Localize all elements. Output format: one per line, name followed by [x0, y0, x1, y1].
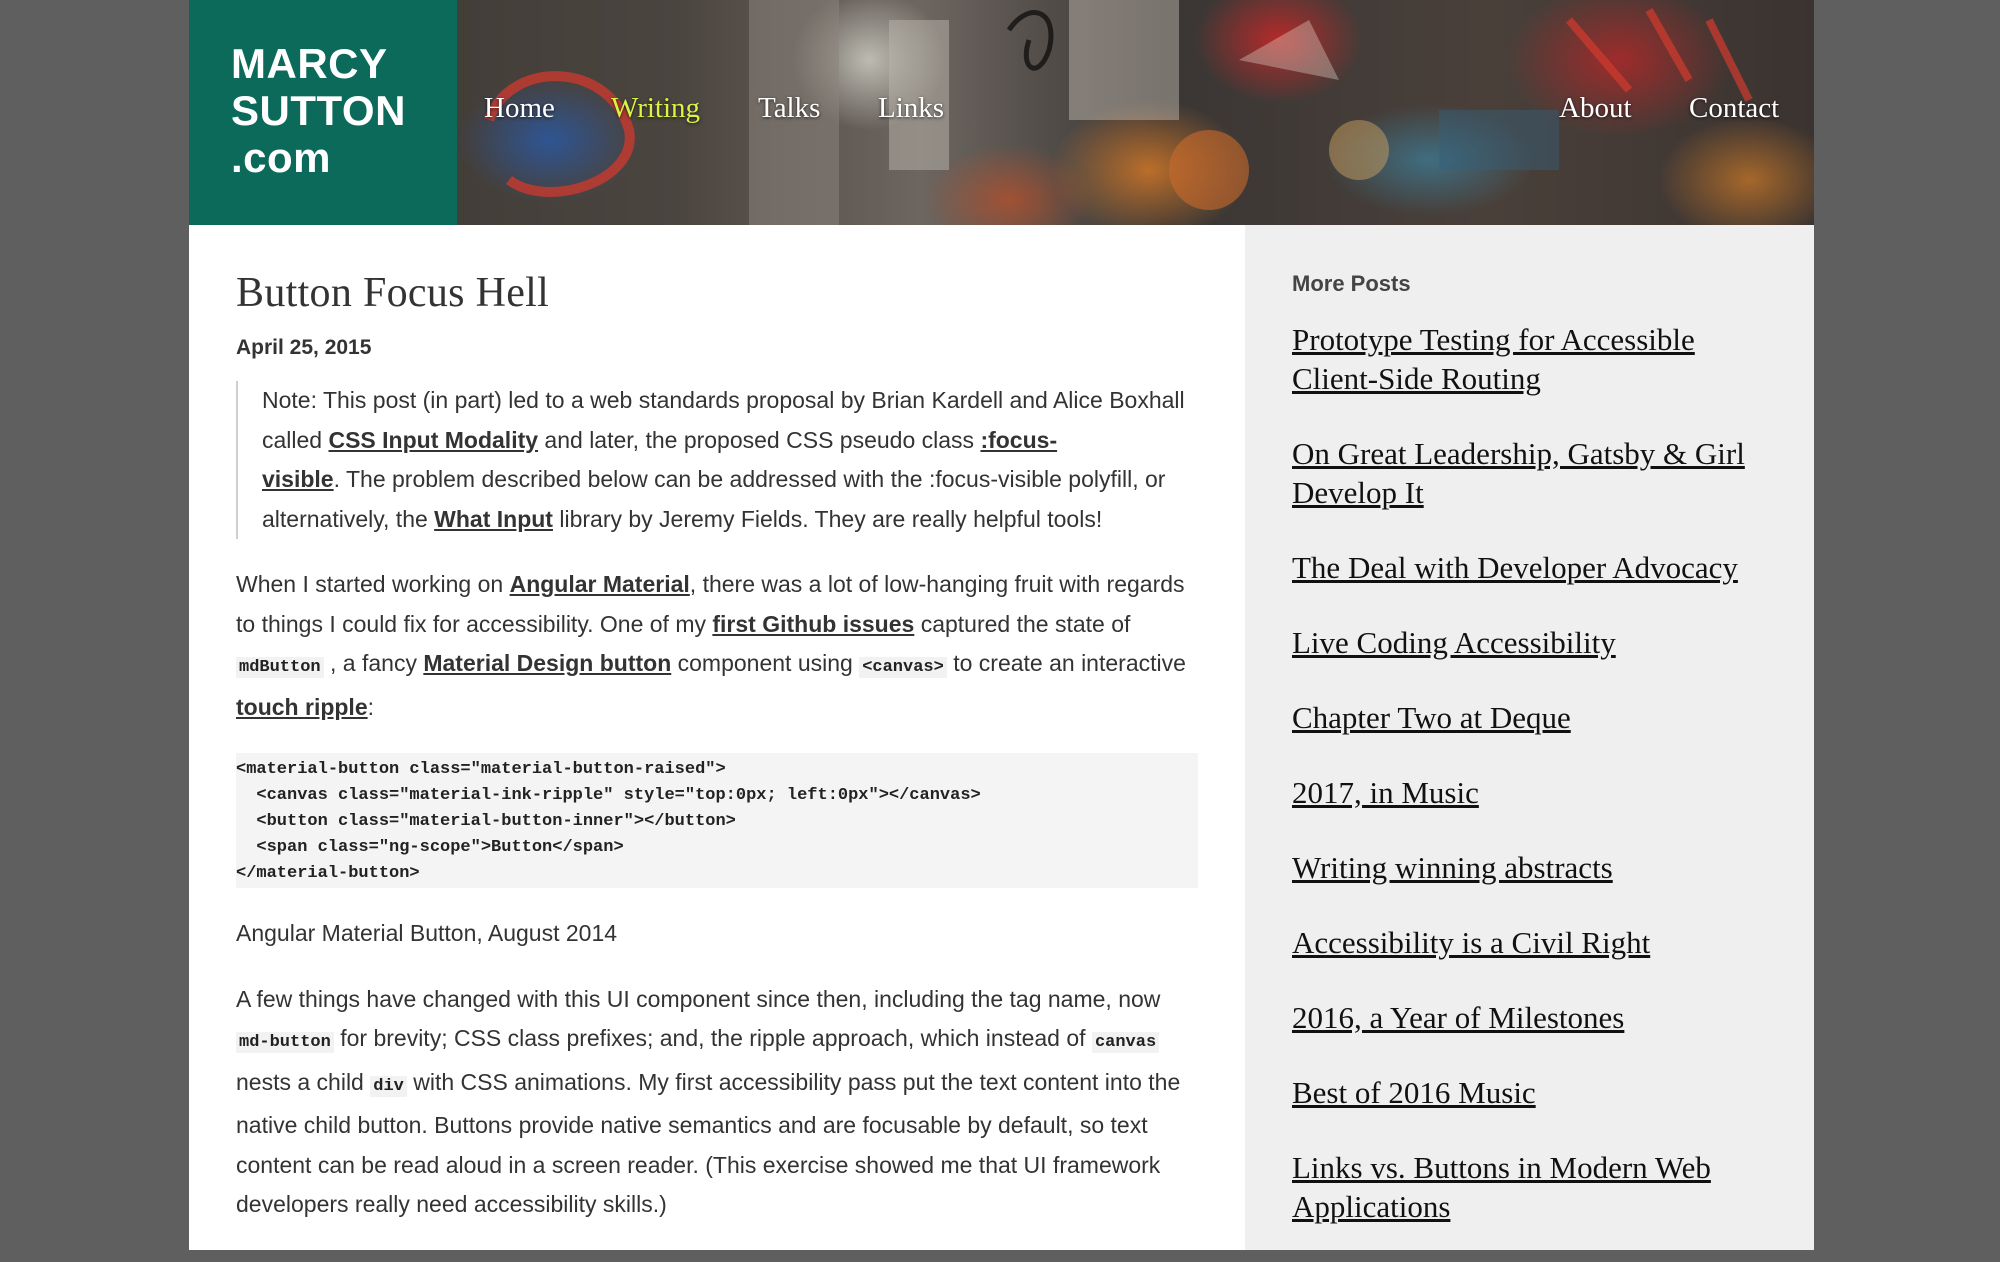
list-item: On Great Leadership, Gatsby & Girl Devel…	[1292, 434, 1782, 512]
code-mdbutton: mdButton	[236, 657, 324, 678]
code-block: <material-button class="material-button-…	[236, 753, 1198, 888]
paragraph-changes: A few things have changed with this UI c…	[236, 980, 1198, 1225]
list-item: Accessibility is a Civil Right	[1292, 923, 1782, 962]
nav-links[interactable]: Links	[878, 92, 944, 125]
nav-about[interactable]: About	[1559, 92, 1632, 125]
intro-text-5: component using	[671, 650, 860, 676]
nav-talks[interactable]: Talks	[758, 92, 820, 125]
list-item: Live Coding Accessibility	[1292, 623, 1782, 662]
post-link[interactable]: Live Coding Accessibility	[1292, 625, 1616, 660]
list-item: 2017, in Music	[1292, 773, 1782, 812]
code-line: <canvas class="material-ink-ripple" styl…	[236, 786, 981, 805]
link-focus-visible-part-1: :focus-	[980, 426, 1058, 453]
code-line: <button class="material-button-inner"></…	[236, 812, 736, 831]
sidebar-title: More Posts	[1292, 271, 1411, 296]
nav-contact[interactable]: Contact	[1689, 92, 1779, 125]
post-link[interactable]: The Deal with Developer Advocacy	[1292, 550, 1738, 585]
code-canvas-tag: <canvas>	[859, 657, 947, 678]
post-date: April 25, 2015	[236, 336, 372, 359]
site-header: MARCY SUTTON .com Home Writing Talks Lin…	[189, 0, 1814, 225]
link-touch-ripple[interactable]: touch ripple	[236, 694, 368, 720]
list-item: Links vs. Buttons in Modern Web Applicat…	[1292, 1148, 1782, 1226]
link-css-input-modality[interactable]: CSS Input Modality	[328, 427, 538, 453]
note-text-2: and later, the proposed CSS pseudo class	[538, 426, 981, 453]
link-first-github-issues[interactable]: first Github issues	[712, 611, 914, 637]
main-nav: Home Writing Talks Links About Contact	[189, 92, 1814, 132]
list-item: The Deal with Developer Advocacy	[1292, 548, 1782, 587]
post-link[interactable]: Accessibility is a Civil Right	[1292, 925, 1650, 960]
link-focus-visible-part-2: visible	[262, 466, 334, 492]
intro-text-7: :	[367, 693, 375, 720]
note-text-4: library by Jeremy Fields. They are reall…	[552, 505, 1103, 532]
intro-text-6: to create an interactive	[946, 650, 1186, 676]
note-paragraph: Note: This post (in part) led to a web s…	[262, 381, 1198, 539]
post-link[interactable]: Best of 2016 Music	[1292, 1075, 1536, 1110]
list-item: 2016, a Year of Milestones	[1292, 998, 1782, 1037]
sidebar: More Posts Prototype Testing for Accessi…	[1245, 225, 1814, 1250]
changes-text-3: nests a child	[236, 1068, 371, 1095]
link-angular-material[interactable]: Angular Material	[510, 571, 690, 597]
link-material-design-button[interactable]: Material Design button	[423, 650, 671, 676]
nav-home[interactable]: Home	[484, 92, 555, 125]
post-article: Button Focus Hell April 25, 2015 Note: T…	[236, 265, 1198, 1225]
intro-text-1: When I started working on	[236, 571, 510, 597]
code-line: <span class="ng-scope">Button</span>	[236, 838, 624, 857]
post-link[interactable]: 2016, a Year of Milestones	[1292, 1000, 1624, 1035]
post-title: Button Focus Hell	[236, 270, 550, 316]
code-canvas: canvas	[1091, 1032, 1160, 1053]
intro-text-3: captured the state of	[914, 610, 1131, 637]
post-note-blockquote: Note: This post (in part) led to a web s…	[236, 381, 1198, 539]
post-link[interactable]: On Great Leadership, Gatsby & Girl Devel…	[1292, 436, 1745, 510]
main-content: Button Focus Hell April 25, 2015 Note: T…	[189, 225, 1245, 1250]
code-div: div	[370, 1075, 407, 1097]
code-md-button: md-button	[236, 1032, 334, 1053]
logo-line-1: MARCY	[231, 40, 388, 87]
list-item: Chapter Two at Deque	[1292, 698, 1782, 737]
post-link[interactable]: 2017, in Music	[1292, 775, 1479, 810]
nav-writing[interactable]: Writing	[611, 92, 700, 125]
intro-text-4: , a fancy	[323, 650, 424, 676]
list-item: Prototype Testing for Accessible Client-…	[1292, 320, 1782, 398]
more-posts-list: Prototype Testing for Accessible Client-…	[1292, 320, 1782, 1262]
list-item: Writing winning abstracts	[1292, 848, 1782, 887]
post-link[interactable]: Links vs. Buttons in Modern Web Applicat…	[1292, 1150, 1711, 1224]
changes-text-1: A few things have changed with this UI c…	[236, 985, 1161, 1012]
logo-line-3: .com	[231, 134, 332, 181]
page: MARCY SUTTON .com Home Writing Talks Lin…	[189, 0, 1814, 1250]
changes-text-2: for brevity; CSS class prefixes; and, th…	[333, 1025, 1092, 1051]
post-link[interactable]: Writing winning abstracts	[1292, 850, 1613, 885]
post-link[interactable]: Prototype Testing for Accessible Client-…	[1292, 322, 1695, 396]
post-link[interactable]: Chapter Two at Deque	[1292, 700, 1571, 735]
link-what-input[interactable]: What Input	[434, 506, 553, 532]
paragraph-intro: When I started working on Angular Materi…	[236, 565, 1198, 727]
code-line: <material-button class="material-button-…	[236, 760, 726, 779]
code-line: </material-button>	[236, 864, 420, 883]
code-caption: Angular Material Button, August 2014	[236, 920, 618, 946]
list-item: Best of 2016 Music	[1292, 1073, 1782, 1112]
